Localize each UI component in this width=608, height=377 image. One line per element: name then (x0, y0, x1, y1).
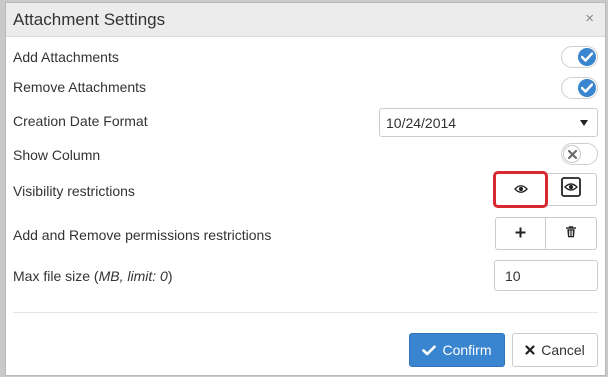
add-attachments-label: Add Attachments (13, 49, 119, 65)
dialog-title: Attachment Settings (13, 10, 166, 29)
check-icon (578, 48, 596, 66)
check-icon (422, 345, 437, 356)
permissions-buttons (495, 217, 597, 250)
add-attachments-toggle[interactable] (561, 46, 598, 68)
visibility-restrictions-buttons (493, 171, 597, 208)
dialog-header: Attachment Settings × (6, 3, 605, 37)
x-icon (525, 345, 535, 355)
remove-attachments-label: Remove Attachments (13, 79, 147, 95)
trash-icon (566, 225, 576, 243)
footer-divider (13, 312, 598, 313)
eye-icon (513, 181, 528, 199)
confirm-label: Confirm (442, 342, 492, 358)
visibility-restrictions-label: Visibility restrictions (13, 183, 135, 199)
confirm-button[interactable]: Confirm (409, 333, 505, 367)
remove-permission-button[interactable] (546, 217, 597, 250)
remove-attachments-toggle[interactable] (561, 77, 598, 99)
cancel-label: Cancel (541, 342, 585, 358)
show-column-toggle[interactable] (561, 143, 598, 165)
visibility-eye-box-button[interactable] (546, 173, 597, 206)
add-remove-permissions-label: Add and Remove permissions restrictions (13, 227, 272, 243)
creation-date-format-label: Creation Date Format (13, 113, 148, 129)
check-icon (578, 79, 596, 97)
attachment-settings-dialog: Attachment Settings × Add Attachments Re… (5, 2, 606, 376)
add-permission-button[interactable] (495, 217, 546, 250)
plus-icon (515, 225, 526, 243)
show-column-label: Show Column (13, 147, 101, 163)
eye-box-icon (561, 177, 581, 202)
x-icon (563, 145, 581, 163)
max-file-size-label: Max file size (MB, limit: 0) (13, 268, 173, 284)
cancel-button[interactable]: Cancel (512, 333, 598, 367)
creation-date-format-select[interactable]: 10/24/2014 (379, 108, 598, 137)
caret-down-icon (580, 120, 588, 126)
close-icon[interactable]: × (585, 11, 594, 27)
select-value: 10/24/2014 (386, 115, 457, 131)
visibility-eye-button[interactable] (493, 171, 548, 208)
max-file-size-input[interactable] (494, 260, 598, 291)
